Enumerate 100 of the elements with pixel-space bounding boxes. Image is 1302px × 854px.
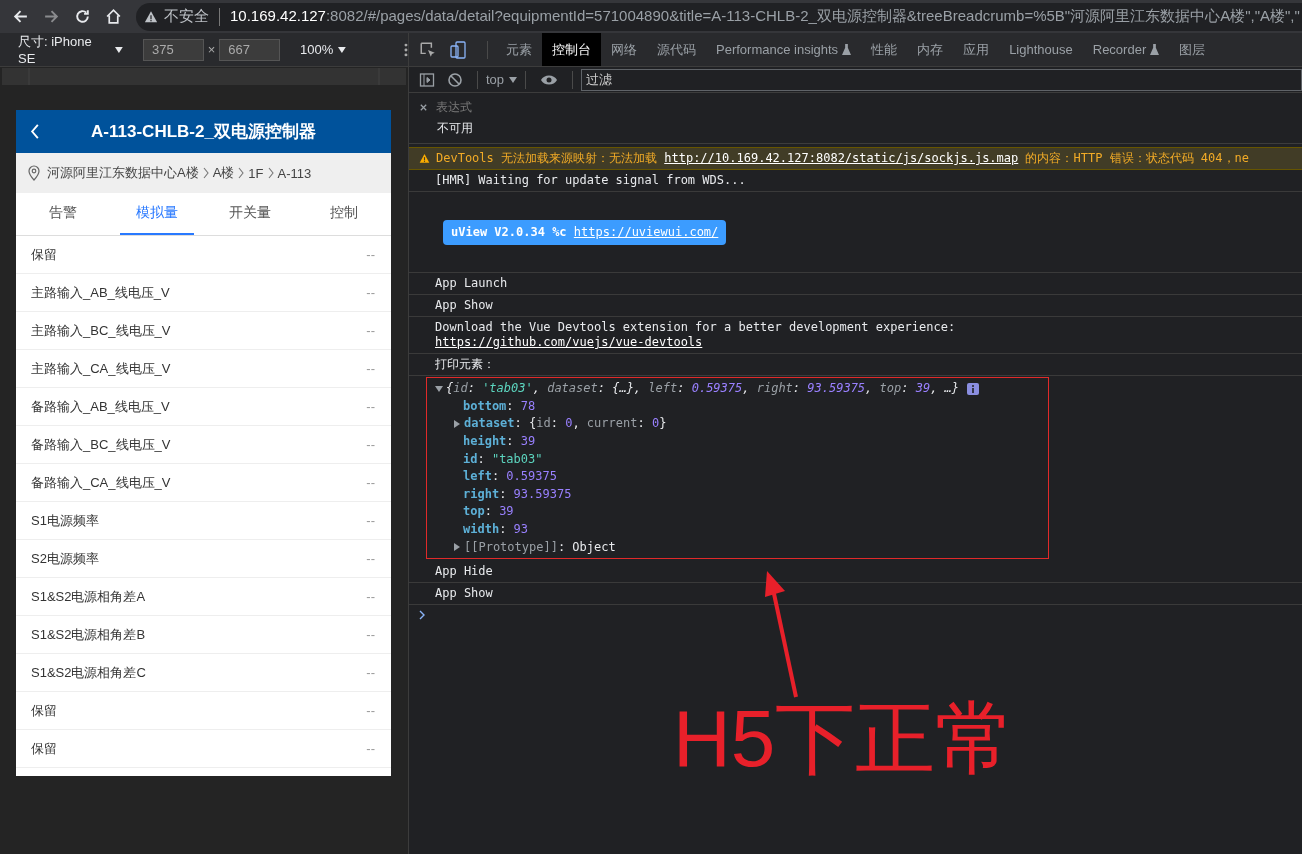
- url-text: 10.169.42.127:8082/#/pages/data/detail?equipmentId=571004890&title=A-113-CHLB-2_双电源控制器&treeBreadcrumb=%5B"河源阿里江东数据中心A楼","A楼",": [230, 7, 1300, 26]
- chevron-icon: [238, 167, 245, 179]
- back-icon[interactable]: [12, 8, 29, 25]
- devtools-tab[interactable]: 控制台: [542, 33, 601, 66]
- expression-result: 不可用: [437, 120, 474, 137]
- data-label: 保留: [31, 245, 57, 264]
- object-property: height: 39: [463, 434, 536, 450]
- close-icon[interactable]: [419, 103, 428, 112]
- filter-field[interactable]: 过滤: [581, 68, 1302, 91]
- log-message: App Hide: [435, 563, 493, 579]
- security-label: 不安全: [164, 7, 209, 26]
- warning-icon: [144, 9, 158, 24]
- object-summary: {id: 'tab03', dataset: {…}, left: 0.59375, right: 93.59375, top: 39, …}: [446, 381, 960, 397]
- prompt-icon[interactable]: [419, 609, 425, 620]
- more-icon[interactable]: [404, 41, 408, 58]
- location-icon: [28, 165, 40, 181]
- tab[interactable]: 控制: [307, 193, 381, 235]
- clear-console-icon[interactable]: [447, 71, 463, 88]
- breadcrumb-item[interactable]: A-113: [277, 165, 312, 181]
- object-property: bottom: 78: [463, 398, 536, 414]
- home-icon[interactable]: [105, 8, 122, 25]
- data-label: 保留: [31, 701, 57, 720]
- collapsed-arrow-icon[interactable]: [453, 543, 461, 552]
- log-message: [HMR] Waiting for update signal from WDS...: [435, 173, 746, 188]
- back-icon[interactable]: [30, 123, 40, 140]
- reload-icon[interactable]: [74, 8, 91, 25]
- devtools-tab[interactable]: 性能: [861, 33, 908, 66]
- data-label: S1&S2电源相角差C: [31, 663, 146, 682]
- page-title: A-113-CHLB-2_双电源控制器: [91, 121, 316, 143]
- context-dropdown[interactable]: top: [486, 72, 505, 87]
- devtools-tab[interactable]: 内存: [907, 33, 954, 66]
- caret-icon[interactable]: [338, 46, 347, 53]
- eye-icon[interactable]: [540, 73, 559, 86]
- device-size-label[interactable]: 尺寸: iPhone SE: [18, 33, 111, 66]
- object-property: right: 93.59375: [463, 486, 572, 502]
- times-sign: ×: [207, 42, 216, 57]
- devtools-tab[interactable]: 图层: [1169, 33, 1216, 66]
- data-value: --: [366, 551, 375, 566]
- zoom-dropdown[interactable]: 100%: [300, 42, 334, 57]
- expanded-arrow-icon[interactable]: [435, 384, 443, 393]
- data-value: --: [366, 437, 375, 452]
- data-value: --: [366, 361, 375, 376]
- data-label: 主路输入_AB_线电压_V: [31, 283, 170, 302]
- address-bar[interactable]: 不安全 10.169.42.127:8082/#/pages/data/detail?equipmentId=571004890&title=A-113-CHLB-2_双电源控制器&treeBreadcrumb=%5B"河源阿里江东数据中心A楼","A楼",": [136, 2, 1302, 31]
- data-label: S1&S2电源相角差B: [31, 625, 146, 644]
- device-toggle-icon[interactable]: [449, 40, 467, 59]
- width-field[interactable]: 375: [143, 38, 204, 61]
- devtools-tab[interactable]: 应用: [953, 33, 1000, 66]
- styled-log-badge: uView V2.0.34 %c https://uviewui.com/: [443, 219, 727, 245]
- data-value: --: [366, 703, 375, 718]
- inspect-icon[interactable]: [419, 40, 437, 59]
- warning-message: DevTools 无法加载来源映射：无法加载 http://10.169.42.127:8082/static/js/sockjs.js.map 的内容：HTTP 错误：状态代码 404，ne: [436, 151, 1249, 166]
- data-label: 主路输入_CA_线电压_V: [31, 359, 171, 378]
- tab[interactable]: 模拟量: [119, 193, 194, 235]
- data-value: --: [366, 627, 375, 642]
- object-property: id: "tab03": [463, 451, 543, 467]
- tab[interactable]: 告警: [26, 193, 100, 235]
- link[interactable]: http://10.169.42.127:8082/static/js/sockjs.js.map: [664, 151, 1019, 165]
- breadcrumb-item[interactable]: A楼: [212, 164, 235, 182]
- annotation-text: H5下正常: [673, 699, 1016, 779]
- devtools-tab[interactable]: Performance insights: [706, 33, 862, 66]
- breadcrumb-item[interactable]: 1F: [248, 165, 264, 181]
- object-property: left: 0.59375: [463, 469, 557, 485]
- devtools-tab[interactable]: 源代码: [647, 33, 706, 66]
- collapsed-arrow-icon[interactable]: [453, 420, 461, 428]
- data-label: 备路输入_BC_线电压_V: [31, 435, 171, 454]
- tab[interactable]: 开关量: [213, 193, 288, 235]
- data-value: --: [366, 399, 375, 414]
- expression-label[interactable]: 表达式: [436, 99, 472, 116]
- log-message: App Launch: [435, 276, 508, 291]
- data-value: --: [366, 285, 375, 300]
- devtools-tab[interactable]: 元素: [496, 33, 542, 66]
- data-label: S1&S2电源相角差A: [31, 587, 146, 606]
- link[interactable]: https://github.com/vuejs/vue-devtools: [435, 335, 703, 349]
- data-label: 保留: [31, 739, 57, 758]
- log-message: App Show: [435, 585, 493, 601]
- data-label: 备路输入_AB_线电压_V: [31, 397, 170, 416]
- caret-icon[interactable]: [509, 76, 518, 83]
- forward-icon[interactable]: [43, 8, 60, 25]
- object-property: dataset: {id: 0, current: 0}: [464, 416, 667, 432]
- height-field[interactable]: 667: [219, 38, 281, 61]
- data-label: S1电源频率: [31, 511, 99, 530]
- data-value: --: [366, 665, 375, 680]
- log-message: Download the Vue Devtools extension for a better development experience: https://github.com/vuejs/vue-devtools: [435, 320, 956, 350]
- data-value: --: [366, 323, 375, 338]
- warning-icon: [419, 153, 430, 164]
- sidebar-toggle-icon[interactable]: [419, 71, 435, 88]
- info-icon[interactable]: [967, 382, 980, 395]
- breadcrumb-item[interactable]: 河源阿里江东数据中心A楼: [47, 164, 199, 182]
- object-property: width: 93: [463, 522, 529, 538]
- devtools-tab[interactable]: Lighthouse: [999, 33, 1083, 66]
- object-property: [[Prototype]]: Object: [464, 539, 616, 555]
- data-value: --: [366, 589, 375, 604]
- data-label: 备路输入_CA_线电压_V: [31, 473, 171, 492]
- devtools-tab[interactable]: Recorder: [1082, 33, 1170, 66]
- log-label: 打印元素：: [435, 357, 495, 372]
- devtools-tab[interactable]: 网络: [601, 33, 647, 66]
- data-value: --: [366, 475, 375, 490]
- chevron-icon: [202, 167, 209, 179]
- caret-icon[interactable]: [115, 46, 124, 53]
